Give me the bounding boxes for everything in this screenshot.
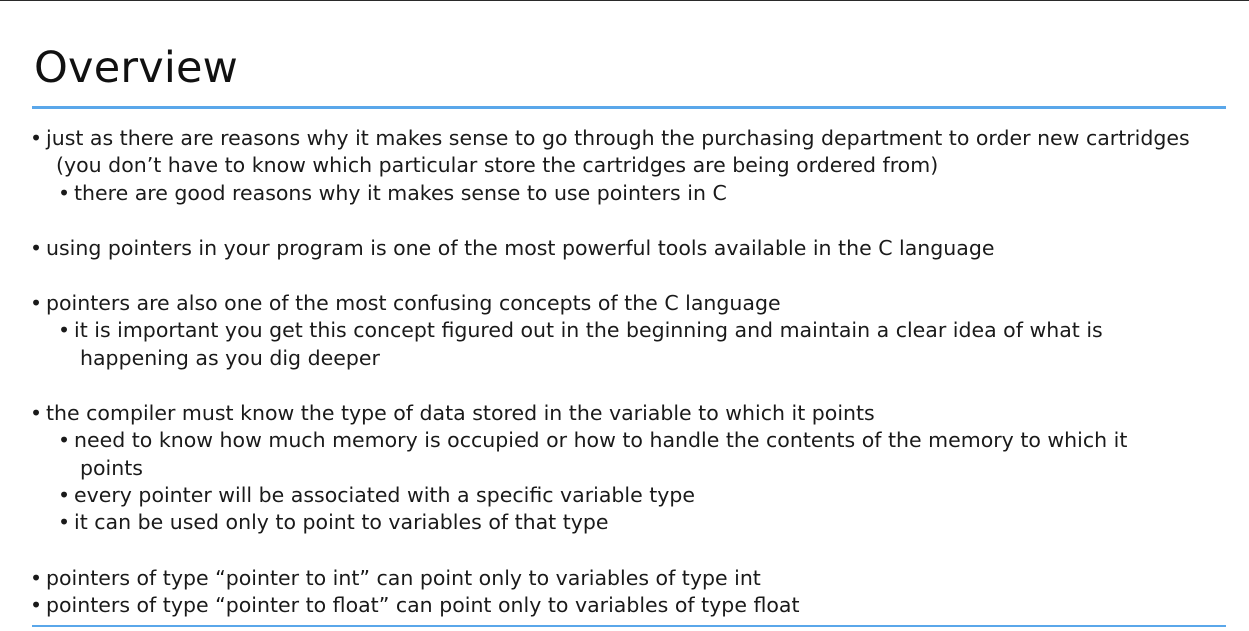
bullet-text: the compiler must know the type of data … xyxy=(46,401,875,425)
bullet-text: using pointers in your program is one of… xyxy=(46,236,995,260)
bullet-text: pointers are also one of the most confus… xyxy=(46,291,781,315)
bullet-dot: • xyxy=(30,126,43,150)
title-underline-rule xyxy=(32,106,1226,109)
bullet-text: every pointer will be associated with a … xyxy=(74,483,696,507)
bullet-dot: • xyxy=(58,181,71,205)
bullet-compiler-type: • the compiler must know the type of data… xyxy=(30,400,875,427)
bullet-dot: • xyxy=(30,593,43,617)
bottom-rule xyxy=(32,625,1226,627)
bullet-dot: • xyxy=(58,510,71,534)
bullet-pointer-to-float: • pointers of type “pointer to float” can… xyxy=(30,592,800,619)
subbullet-point-to-that-type: • it can be used only to point to variabl… xyxy=(58,509,609,536)
bullet-dot: • xyxy=(30,566,43,590)
slide-title: Overview xyxy=(34,43,239,93)
bullet-text: pointers of type “pointer to int” can po… xyxy=(46,566,761,590)
subbullet-memory-continuation: points xyxy=(80,456,143,480)
bullet-powerful-tools: • using pointers in your program is one o… xyxy=(30,235,994,262)
subbullet-memory-occupied: • need to know how much memory is occupie… xyxy=(58,427,1127,454)
bullet-purchasing-continuation: (you don’t have to know which particular… xyxy=(56,153,939,177)
bullet-text: there are good reasons why it makes sens… xyxy=(74,181,727,205)
bullet-dot: • xyxy=(30,401,43,425)
subbullet-associated-type: • every pointer will be associated with a… xyxy=(58,482,695,509)
bullet-dot: • xyxy=(30,291,43,315)
bullet-dot: • xyxy=(58,428,71,452)
bullet-confusing-concepts: • pointers are also one of the most confu… xyxy=(30,290,781,317)
bullet-pointer-to-int: • pointers of type “pointer to int” can p… xyxy=(30,565,761,592)
slide-top-border xyxy=(0,0,1249,1)
bullet-text: it is important you get this concept fig… xyxy=(74,318,1103,342)
bullet-text: pointers of type “pointer to float” can … xyxy=(46,593,800,617)
bullet-dot: • xyxy=(58,318,71,342)
subbullet-important-continuation: happening as you dig deeper xyxy=(80,346,380,370)
bullet-text: need to know how much memory is occupied… xyxy=(74,428,1128,452)
subbullet-good-reasons: • there are good reasons why it makes sen… xyxy=(58,180,727,207)
bullet-purchasing-department: • just as there are reasons why it makes … xyxy=(30,125,1190,152)
bullet-dot: • xyxy=(30,236,43,260)
subbullet-important-concept: • it is important you get this concept fi… xyxy=(58,317,1103,344)
bullet-text: just as there are reasons why it makes s… xyxy=(46,126,1190,150)
bullet-dot: • xyxy=(58,483,71,507)
bullet-text: it can be used only to point to variable… xyxy=(74,510,609,534)
